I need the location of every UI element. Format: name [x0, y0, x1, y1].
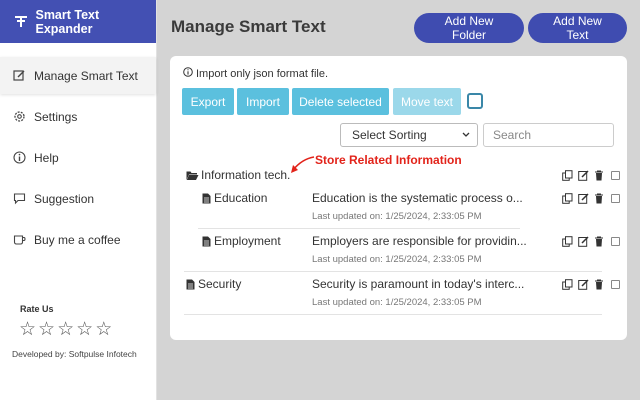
text-label: Security [198, 277, 242, 291]
sidebar-item-settings[interactable]: Settings [0, 98, 156, 135]
last-updated: Last updated on: 1/25/2024, 2:33:05 PM [312, 211, 482, 222]
folder-row[interactable]: Information tech. [184, 167, 620, 185]
gear-icon [12, 110, 26, 124]
folder-label: Information tech. [201, 168, 291, 182]
sidebar-item-label: Buy me a coffee [34, 232, 121, 247]
select-all-checkbox[interactable] [467, 93, 483, 109]
star-icon[interactable]: ☆ [95, 319, 112, 341]
sorting-select[interactable]: Select Sorting [340, 123, 478, 147]
info-circle-icon [183, 67, 193, 80]
edit-icon[interactable] [577, 192, 589, 204]
sidebar-nav: Manage Smart Text Settings Help Suggesti… [0, 57, 156, 258]
trash-icon[interactable] [593, 192, 605, 204]
chat-icon [12, 192, 26, 206]
row-checkbox[interactable] [611, 236, 620, 246]
star-icon[interactable]: ☆ [19, 319, 36, 341]
add-new-folder-button[interactable]: Add New Folder [414, 13, 524, 43]
sidebar-item-suggestion[interactable]: Suggestion [0, 180, 156, 217]
info-icon [12, 151, 26, 165]
sidebar-item-buy-coffee[interactable]: Buy me a coffee [0, 221, 156, 258]
trash-icon[interactable] [593, 169, 605, 181]
chevron-down-icon [461, 128, 471, 145]
text-row[interactable]: Security Security is paramount in today'… [184, 274, 620, 315]
export-button[interactable]: Export [182, 88, 234, 115]
copy-icon[interactable] [561, 192, 573, 204]
file-icon [202, 236, 211, 247]
sidebar-item-manage-smart-text[interactable]: Manage Smart Text [0, 57, 156, 94]
sidebar: Smart Text Expander Manage Smart Text Se… [0, 0, 157, 400]
text-logo-icon [12, 13, 29, 31]
sidebar-item-label: Settings [34, 109, 78, 124]
copy-icon[interactable] [561, 278, 573, 290]
text-description: Education is the systematic process o... [312, 191, 523, 205]
last-updated: Last updated on: 1/25/2024, 2:33:05 PM [312, 297, 482, 308]
edit-icon [12, 69, 26, 83]
search-input[interactable] [483, 123, 614, 147]
row-actions [561, 235, 620, 247]
row-divider [198, 228, 520, 229]
text-description: Employers are responsible for providin..… [312, 234, 527, 248]
import-note-text: Import only json format file. [196, 67, 329, 80]
sidebar-item-label: Help [34, 150, 59, 165]
text-row[interactable]: Education Education is the systematic pr… [184, 188, 620, 229]
copy-icon[interactable] [561, 235, 573, 247]
sidebar-item-label: Manage Smart Text [34, 68, 138, 83]
folder-name[interactable]: Information tech. [186, 168, 290, 182]
import-button[interactable]: Import [237, 88, 289, 115]
brand-header[interactable]: Smart Text Expander [0, 0, 156, 43]
rate-us-label: Rate Us [20, 304, 54, 314]
row-actions [561, 278, 620, 290]
delete-selected-button[interactable]: Delete selected [292, 88, 389, 115]
text-label: Education [214, 191, 268, 205]
row-actions [561, 169, 620, 181]
last-updated: Last updated on: 1/25/2024, 2:33:05 PM [312, 254, 482, 265]
import-note: Import only json format file. [183, 67, 328, 80]
coffee-icon [12, 233, 26, 247]
sidebar-item-help[interactable]: Help [0, 139, 156, 176]
row-actions [561, 192, 620, 204]
star-icon[interactable]: ☆ [76, 319, 93, 341]
text-row[interactable]: Employment Employers are responsible for… [184, 231, 620, 272]
star-icon[interactable]: ☆ [38, 319, 55, 341]
row-divider [184, 314, 602, 315]
edit-icon[interactable] [577, 169, 589, 181]
folder-open-icon [186, 170, 199, 181]
page-title: Manage Smart Text [171, 17, 326, 36]
add-new-text-button[interactable]: Add New Text [528, 13, 627, 43]
text-name[interactable]: Security [186, 277, 241, 291]
developer-credit: Developed by: Softpulse Infotech [12, 349, 137, 359]
edit-icon[interactable] [577, 278, 589, 290]
sorting-select-value: Select Sorting [352, 128, 427, 142]
star-icon[interactable]: ☆ [57, 319, 74, 341]
trash-icon[interactable] [593, 235, 605, 247]
copy-icon[interactable] [561, 169, 573, 181]
move-text-button[interactable]: Move text [393, 88, 461, 115]
rating-stars: ☆ ☆ ☆ ☆ ☆ [19, 319, 112, 341]
text-name[interactable]: Education [202, 191, 267, 205]
edit-icon[interactable] [577, 235, 589, 247]
row-checkbox[interactable] [611, 279, 620, 289]
file-icon [202, 193, 211, 204]
annotation-label: Store Related Information [315, 153, 462, 167]
text-label: Employment [214, 234, 281, 248]
sidebar-item-label: Suggestion [34, 191, 95, 206]
text-name[interactable]: Employment [202, 234, 281, 248]
row-divider [184, 271, 602, 272]
brand-title: Smart Text Expander [35, 7, 100, 36]
text-description: Security is paramount in today's interc.… [312, 277, 525, 291]
row-checkbox[interactable] [611, 170, 620, 180]
row-checkbox[interactable] [611, 193, 620, 203]
smart-text-card: Import only json format file. Export Imp… [170, 56, 627, 340]
file-icon [186, 279, 195, 290]
trash-icon[interactable] [593, 278, 605, 290]
